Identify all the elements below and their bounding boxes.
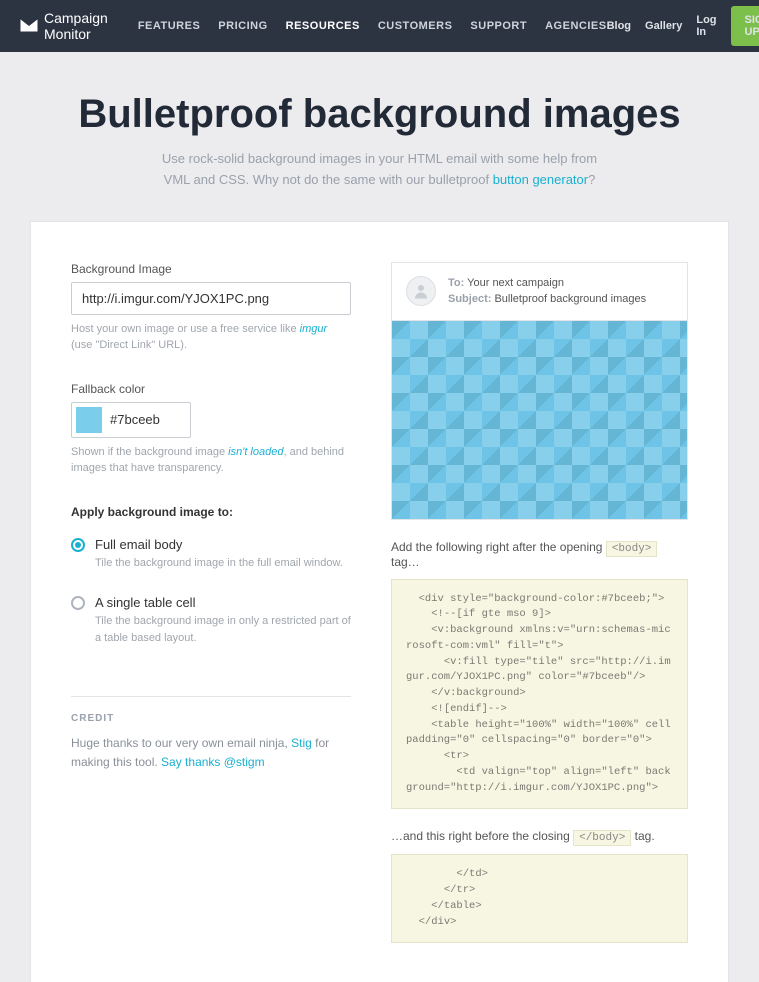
color-swatch	[76, 407, 102, 433]
fallback-group: Fallback color #7bceeb Shown if the back…	[71, 382, 351, 477]
page-subtitle: Use rock-solid background images in your…	[130, 149, 630, 191]
bgimage-input[interactable]	[71, 282, 351, 315]
fallback-value: #7bceeb	[110, 412, 160, 427]
brand-logo[interactable]: Campaign Monitor	[20, 10, 108, 42]
nav-resources[interactable]: RESOURCES	[286, 20, 360, 32]
option-desc: Tile the background image in the full em…	[95, 555, 343, 572]
body-open-tag: <body>	[606, 541, 658, 557]
nav-gallery[interactable]: Gallery	[645, 20, 682, 32]
option-label: A single table cell	[95, 595, 351, 610]
nav-pricing[interactable]: PRICING	[218, 20, 267, 32]
bgimage-label: Background Image	[71, 262, 351, 276]
bgimage-hint: Host your own image or use a free servic…	[71, 321, 351, 354]
subject-line: Subject: Bulletproof background images	[448, 291, 646, 308]
radio-icon	[71, 538, 85, 552]
signup-button[interactable]: SIGN UP	[731, 6, 759, 46]
email-preview-header: To: Your next campaign Subject: Bulletpr…	[391, 262, 688, 320]
radio-icon	[71, 596, 85, 610]
option-single-cell[interactable]: A single table cell Tile the background …	[71, 595, 351, 646]
nav-blog[interactable]: Blog	[607, 20, 631, 32]
code-block-2[interactable]: </td> </tr> </table> </div>	[391, 854, 688, 943]
nav-agencies[interactable]: AGENCIES	[545, 20, 606, 32]
brand-name: Campaign Monitor	[44, 10, 108, 42]
instruction-1: Add the following right after the openin…	[391, 540, 688, 569]
apply-group: Apply background image to: Full email bo…	[71, 505, 351, 647]
credit-heading: CREDIT	[71, 713, 351, 724]
nav-support[interactable]: SUPPORT	[470, 20, 527, 32]
envelope-icon	[20, 18, 38, 35]
avatar-icon	[406, 276, 436, 306]
apply-title: Apply background image to:	[71, 505, 351, 519]
isnt-loaded-link[interactable]: isn't loaded	[228, 446, 283, 458]
page-title: Bulletproof background images	[60, 92, 699, 137]
option-desc: Tile the background image in only a rest…	[95, 613, 351, 646]
instruction-2: …and this right before the closing </bod…	[391, 829, 688, 844]
body-close-tag: </body>	[573, 830, 631, 846]
option-label: Full email body	[95, 537, 343, 552]
fallback-color-input[interactable]: #7bceeb	[71, 402, 191, 438]
nav-customers[interactable]: CUSTOMERS	[378, 20, 453, 32]
to-line: To: Your next campaign	[448, 275, 646, 292]
fallback-label: Fallback color	[71, 382, 351, 396]
imgur-link[interactable]: imgur	[300, 323, 328, 335]
tool-card: Background Image Host your own image or …	[30, 221, 729, 982]
hero: Bulletproof background images Use rock-s…	[0, 52, 759, 221]
credit-text: Huge thanks to our very own email ninja,…	[71, 734, 351, 772]
stigm-twitter-link[interactable]: Say thanks @stigm	[161, 755, 265, 769]
nav-login[interactable]: Log In	[696, 14, 716, 38]
secondary-nav: Blog Gallery Log In SIGN UP	[607, 6, 759, 46]
credit-section: CREDIT Huge thanks to our very own email…	[71, 696, 351, 772]
option-full-body[interactable]: Full email body Tile the background imag…	[71, 537, 351, 572]
button-generator-link[interactable]: button generator	[493, 172, 588, 187]
controls-column: Background Image Host your own image or …	[71, 262, 351, 944]
stig-link[interactable]: Stig	[291, 736, 312, 750]
code-block-1[interactable]: <div style="background-color:#7bceeb;"> …	[391, 579, 688, 810]
nav-features[interactable]: FEATURES	[138, 20, 200, 32]
primary-nav: FEATURES PRICING RESOURCES CUSTOMERS SUP…	[138, 20, 607, 32]
bgimage-group: Background Image Host your own image or …	[71, 262, 351, 354]
preview-column: To: Your next campaign Subject: Bulletpr…	[391, 262, 688, 944]
top-navbar: Campaign Monitor FEATURES PRICING RESOUR…	[0, 0, 759, 52]
fallback-hint: Shown if the background image isn't load…	[71, 444, 351, 477]
email-preview-body	[391, 320, 688, 520]
